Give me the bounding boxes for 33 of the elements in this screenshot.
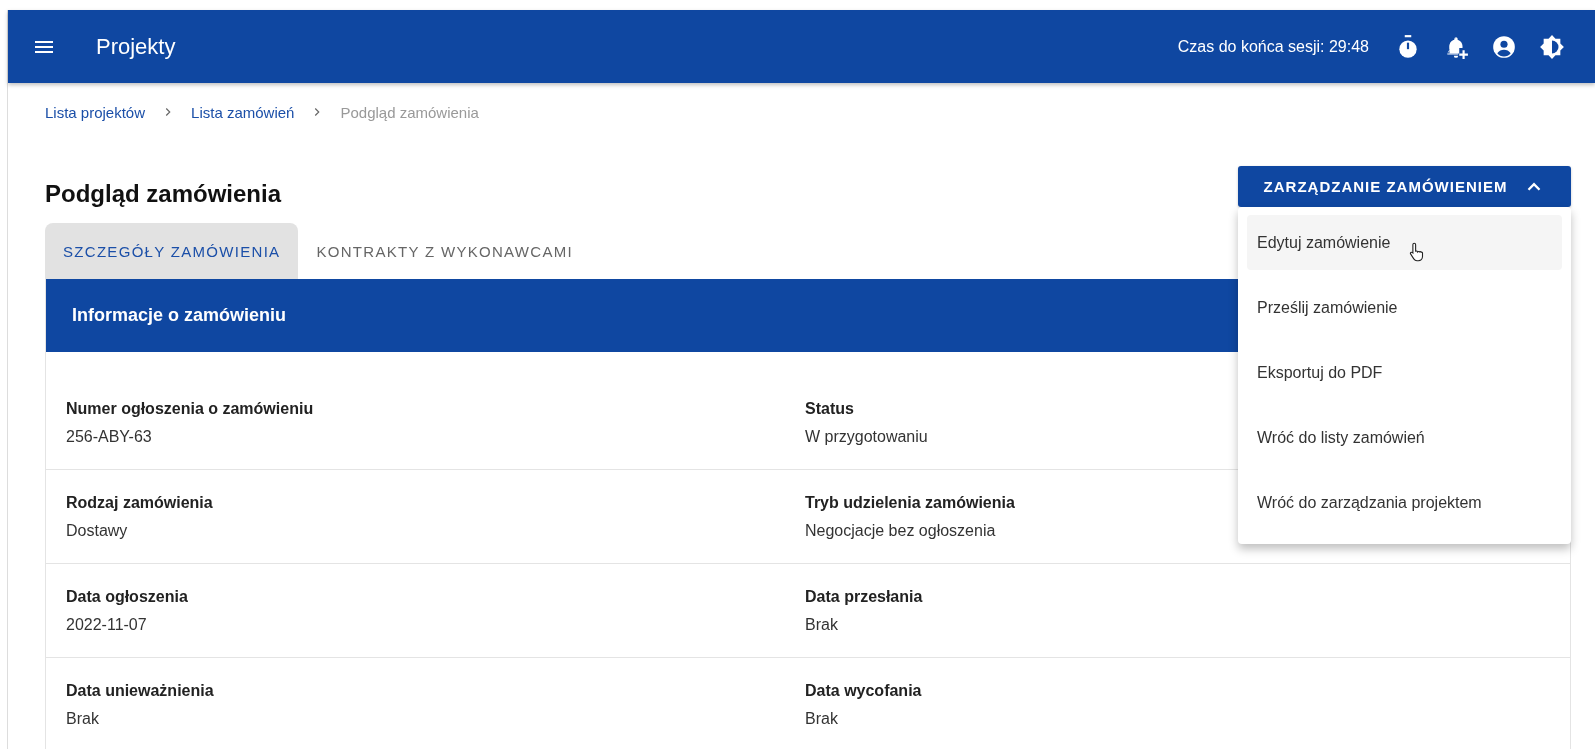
field-value: Brak — [805, 710, 838, 728]
menu-item[interactable]: Wróć do zarządzania projektem — [1247, 475, 1562, 530]
field-value: Dostawy — [66, 522, 128, 540]
field-label: Numer ogłoszenia o zamówieniu — [66, 400, 314, 418]
field-value: Negocjacje bez ogłoszenia — [805, 522, 996, 540]
field-value: W przygotowaniu — [805, 428, 928, 446]
manage-order-button[interactable]: ZARZĄDZANIE ZAMÓWIENIEM — [1238, 166, 1571, 207]
breadcrumb-link[interactable]: Lista projektów — [45, 103, 146, 121]
breadcrumb-current: Podgląd zamówienia — [340, 103, 479, 121]
section-title: Informacje o zamówieniu — [72, 305, 287, 326]
brightness-icon[interactable] — [1539, 33, 1565, 60]
field-label: Data unieważnienia — [66, 682, 214, 700]
tab[interactable]: SZCZEGÓŁY ZAMÓWIENIA — [45, 223, 299, 279]
field-label: Status — [805, 400, 854, 418]
field-value: 256-ABY-63 — [66, 428, 152, 446]
field-value: 2022-11-07 — [66, 616, 147, 634]
menu-item[interactable]: Wróć do listy zamówień — [1247, 410, 1562, 465]
field-label: Data ogłoszenia — [66, 588, 188, 606]
field-value: Brak — [805, 616, 838, 634]
breadcrumb-link[interactable]: Lista zamówień — [191, 103, 295, 121]
menu-item[interactable]: Edytuj zamówienie — [1247, 215, 1562, 270]
field-label: Rodzaj zamówienia — [66, 494, 213, 512]
menu-item[interactable]: Prześlij zamówienie — [1247, 280, 1562, 335]
page-title: Podgląd zamówienia — [45, 180, 282, 208]
session-timer-label: Czas do końca sesji: 29:48 — [1177, 37, 1369, 56]
field-label: Data przesłania — [805, 588, 923, 606]
field-value: Brak — [66, 710, 99, 728]
app-title: Projekty — [96, 33, 176, 60]
account-circle-icon[interactable] — [1491, 33, 1517, 60]
menu-item[interactable]: Eksportuj do PDF — [1247, 345, 1562, 400]
field-label: Tryb udzielenia zamówienia — [805, 494, 1015, 512]
tab[interactable]: KONTRAKTY Z WYKONAWCAMI — [298, 223, 591, 279]
field-label: Data wycofania — [805, 682, 922, 700]
